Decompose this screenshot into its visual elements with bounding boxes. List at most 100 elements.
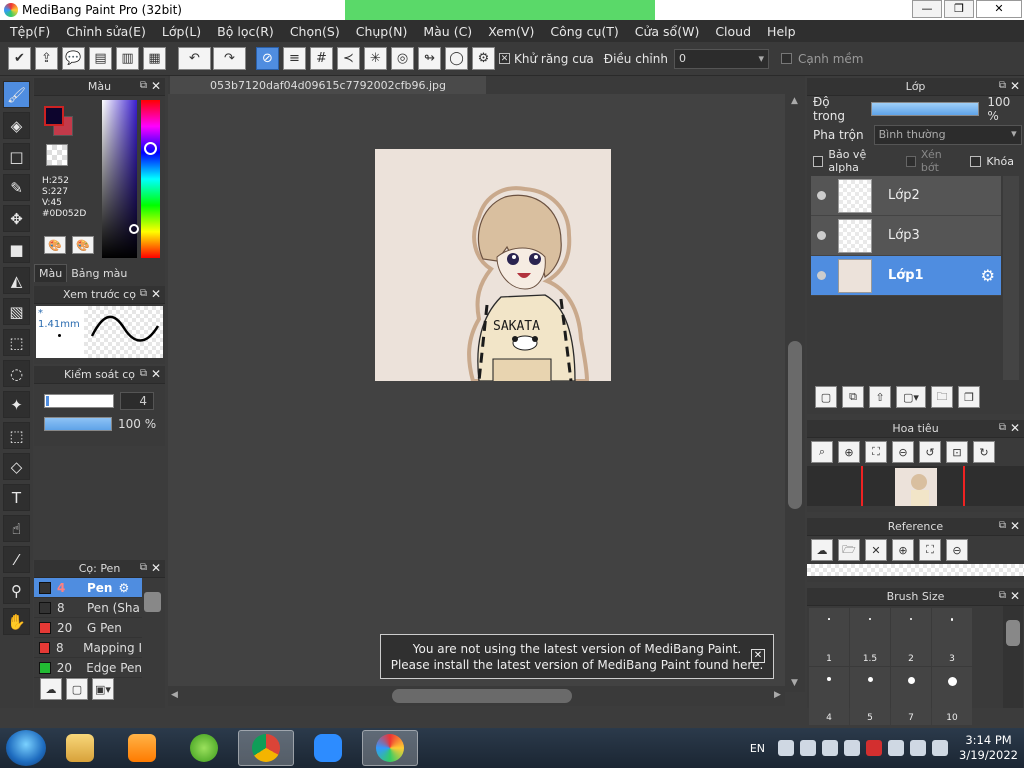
close-icon[interactable]: ✕ [151, 561, 161, 575]
power-icon[interactable] [888, 740, 905, 756]
bucket-tool-icon[interactable]: ◭ [3, 267, 30, 294]
menu-edit[interactable]: Chỉnh sửa(E) [58, 24, 154, 39]
duplicate-layer-icon[interactable]: ⧉ [842, 386, 864, 408]
brush-list-item[interactable]: 8 Pen (Sha [34, 598, 142, 618]
menu-snap[interactable]: Chụp(N) [348, 24, 416, 39]
snap-settings-gear-icon[interactable]: ⚙ [472, 47, 495, 70]
brush-size-cell[interactable]: 1.5 [850, 608, 890, 666]
taskbar-explorer[interactable] [52, 730, 108, 766]
folder-icon[interactable]: 🗀 [931, 386, 953, 408]
pin-icon[interactable]: ⧉ [140, 562, 147, 573]
canvas-vertical-scroll-thumb[interactable] [788, 341, 802, 509]
canvas-tab[interactable]: 053b7120daf04d09615c7792002cfb96.jpg [170, 76, 486, 94]
rotate-right-icon[interactable]: ↻ [973, 441, 995, 463]
taskbar-chrome[interactable] [238, 730, 294, 766]
close-icon[interactable]: ✕ [151, 79, 161, 93]
brush-size-cell[interactable]: 5 [850, 667, 890, 725]
fit-screen-icon[interactable]: ⛶ [919, 539, 941, 561]
eye-icon[interactable] [817, 231, 826, 240]
taskbar-medibang[interactable] [362, 730, 418, 766]
text-tool-icon[interactable]: T [3, 484, 30, 511]
navigator-preview[interactable] [807, 466, 1024, 506]
close-icon[interactable]: ✕ [1010, 421, 1020, 435]
fit-screen-icon[interactable]: ⛶ [865, 441, 887, 463]
brush-opacity-slider[interactable] [44, 417, 112, 431]
add-layer-menu-icon[interactable]: ▢▾ [896, 386, 926, 408]
adjust-select[interactable]: 0 [673, 48, 769, 69]
concentric-snap-icon[interactable]: ◎ [391, 47, 414, 70]
eraser-tool-icon[interactable]: ◈ [3, 112, 30, 139]
canvas-vertical-scrollbar[interactable]: ▲ ▼ [785, 94, 805, 692]
cloud-download-icon[interactable]: ☁ [40, 678, 62, 700]
lock-option[interactable]: Khóa [970, 155, 1014, 168]
display-icon[interactable] [822, 740, 839, 756]
brush-size-input[interactable]: 4 [120, 392, 154, 410]
hand-tool-icon[interactable]: ✋ [3, 608, 30, 635]
merge-layer-icon[interactable]: ❐ [958, 386, 980, 408]
antivirus-icon[interactable] [866, 740, 883, 756]
zoom-out-icon[interactable]: ⊖ [892, 441, 914, 463]
layer-row-lop1[interactable]: Lớp1 ⚙ [811, 256, 1001, 296]
brush-tool-icon[interactable]: 🖌 [3, 81, 30, 108]
dot-tool-icon[interactable]: □ [3, 143, 30, 170]
palette-add-icon[interactable]: 🎨 [72, 236, 94, 254]
close-reference-icon[interactable]: ✕ [865, 539, 887, 561]
brush-size-slider[interactable] [44, 394, 114, 408]
artwork-canvas[interactable]: SAKATA [375, 149, 611, 383]
menu-file[interactable]: Tệp(F) [2, 24, 58, 39]
parallel-snap-icon[interactable]: ≡ [283, 47, 306, 70]
pin-icon[interactable]: ⧉ [999, 520, 1006, 531]
zalo-icon[interactable] [778, 740, 795, 756]
menu-layer[interactable]: Lớp(L) [154, 24, 209, 39]
close-icon[interactable]: ✕ [151, 287, 161, 301]
tab-color[interactable]: Màu [34, 264, 68, 282]
check-icon[interactable]: ✔ [8, 47, 31, 70]
taskbar-app-green[interactable] [176, 730, 232, 766]
close-icon[interactable]: ✕ [1010, 79, 1020, 93]
undo-icon[interactable]: ↶ [178, 47, 211, 70]
clip-checkbox[interactable] [905, 155, 916, 167]
pin-icon[interactable]: ⧉ [140, 80, 147, 91]
curve-snap-icon[interactable]: ↬ [418, 47, 441, 70]
saturation-value-picker[interactable] [102, 100, 137, 258]
pin-icon[interactable]: ⧉ [140, 368, 147, 379]
close-button[interactable]: ✕ [976, 0, 1022, 18]
notification-close-icon[interactable]: ✕ [751, 649, 765, 663]
lasso-tool-icon[interactable]: ◌ [3, 360, 30, 387]
zoom-in-icon[interactable]: ⊕ [838, 441, 860, 463]
pen-tool-icon[interactable]: ✎ [3, 174, 30, 201]
cloud-upload-icon[interactable]: ☁ [811, 539, 833, 561]
eyedropper-tool-icon[interactable]: ⚲ [3, 577, 30, 604]
tools-icon[interactable] [844, 740, 861, 756]
menu-window[interactable]: Cửa sổ(W) [627, 24, 708, 39]
brush-size-scroll-thumb[interactable] [1006, 620, 1020, 646]
soft-edge-checkbox[interactable] [780, 53, 792, 64]
redo-icon[interactable]: ↷ [213, 47, 246, 70]
operation-tool-icon[interactable]: ☝ [3, 515, 30, 542]
brush-size-cell[interactable]: 1 [809, 608, 849, 666]
radial-snap-icon[interactable]: ✳ [364, 47, 387, 70]
pin-icon[interactable]: ⧉ [999, 422, 1006, 433]
close-icon[interactable]: ✕ [151, 367, 161, 381]
layer-settings-icon[interactable]: ▦ [143, 47, 166, 70]
canvas-horizontal-scroll-thumb[interactable] [392, 689, 572, 703]
select-pen-tool-icon[interactable]: ⬚ [3, 422, 30, 449]
select-rect-tool-icon[interactable]: ⬚ [3, 329, 30, 356]
new-brush-icon[interactable]: ▢ [66, 678, 88, 700]
brush-size-cell[interactable]: 2 [891, 608, 931, 666]
clip-option[interactable]: Xén bớt [905, 148, 961, 174]
brush-list-scroll-thumb[interactable] [144, 592, 161, 612]
protect-alpha-option[interactable]: Bảo vệ alpha [813, 148, 896, 174]
layer-property-icon[interactable]: ⇧ [869, 386, 891, 408]
pin-icon[interactable]: ⧉ [140, 288, 147, 299]
gradient-tool-icon[interactable]: ▧ [3, 298, 30, 325]
start-button[interactable] [6, 730, 46, 766]
brush-settings-gear-icon[interactable]: ⚙ [118, 581, 129, 595]
eye-icon[interactable] [817, 271, 826, 280]
canvas-horizontal-scrollbar[interactable]: ◀ ▶ [168, 686, 785, 706]
language-indicator[interactable]: EN [750, 742, 765, 755]
tab-palette[interactable]: Bảng màu [67, 265, 131, 282]
primary-color-swatch[interactable] [44, 106, 64, 126]
perspective-snap-icon[interactable]: ≺ [337, 47, 360, 70]
menu-cloud[interactable]: Cloud [707, 24, 759, 39]
